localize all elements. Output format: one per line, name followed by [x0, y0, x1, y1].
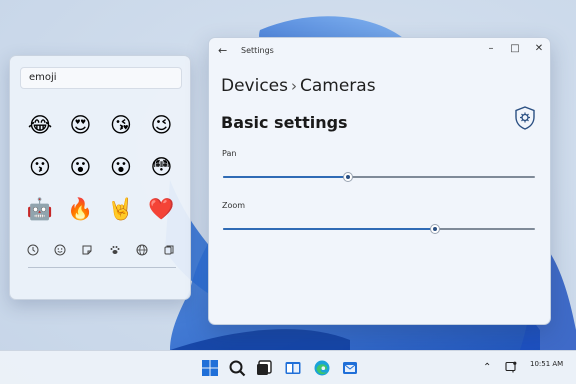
search-icon[interactable] [228, 359, 246, 377]
slider-thumb[interactable] [430, 224, 441, 234]
file-explorer-icon[interactable] [284, 359, 302, 377]
emoji-grid: 😂 😍 😘 😉 😗 😮 😮 😳 🤖 🔥 🤘 ❤️ [20, 110, 182, 224]
slider-fill [223, 228, 436, 230]
slider-fill [223, 176, 348, 178]
emoji-button[interactable]: 😗 [20, 152, 60, 182]
taskbar: ⌃ 10:51 AM [0, 350, 576, 384]
window-title: Settings [241, 46, 274, 55]
emoji-button[interactable]: 🤘 [101, 194, 141, 224]
zoom-label: Zoom [222, 201, 246, 210]
emoji-button[interactable]: 🔥 [61, 194, 101, 224]
globe-icon[interactable] [133, 241, 151, 259]
divider [28, 267, 176, 268]
emoji-button[interactable]: 😮 [101, 152, 141, 182]
sticker-icon[interactable] [78, 241, 96, 259]
emoji-button[interactable]: 😳 [142, 152, 182, 182]
clock-time: 10:51 AM [530, 360, 564, 368]
back-arrow-icon[interactable]: ← [218, 44, 227, 57]
pan-slider[interactable] [223, 171, 535, 183]
emoji-button[interactable]: 😍 [61, 110, 101, 140]
task-view-icon[interactable] [255, 359, 273, 377]
emoji-button[interactable]: 😘 [101, 110, 141, 140]
paw-icon[interactable] [106, 241, 124, 259]
pan-label: Pan [222, 149, 237, 158]
emoji-panel: emoji 😂 😍 😘 😉 😗 😮 😮 😳 🤖 🔥 🤘 ❤️ [9, 55, 191, 300]
notification-icon[interactable] [505, 361, 517, 376]
smiley-icon[interactable] [51, 241, 69, 259]
camera-settings-shield-icon [514, 106, 536, 134]
mail-icon[interactable] [341, 359, 359, 377]
emoji-button[interactable]: 🤖 [20, 194, 60, 224]
emoji-button[interactable]: 😉 [142, 110, 182, 140]
start-icon[interactable] [201, 359, 219, 377]
chevron-up-icon[interactable]: ⌃ [483, 362, 491, 373]
minimize-icon[interactable]: – [484, 43, 498, 54]
edge-icon[interactable] [313, 359, 331, 377]
emoji-button[interactable]: 😂 [20, 110, 60, 140]
clipboard-icon[interactable] [160, 241, 178, 259]
title-bar[interactable]: ← Settings – □ ✕ [209, 38, 550, 62]
settings-window: ← Settings – □ ✕ Devices › Cameras Basic s… [208, 37, 551, 325]
emoji-search-input[interactable]: emoji [20, 67, 182, 89]
maximize-icon[interactable]: □ [508, 43, 522, 54]
recent-icon[interactable] [24, 241, 42, 259]
emoji-button[interactable]: 😮 [61, 152, 101, 182]
breadcrumb-devices[interactable]: Devices [221, 76, 288, 96]
emoji-button[interactable]: ❤️ [142, 194, 182, 224]
emoji-category-bar [24, 241, 178, 259]
close-icon[interactable]: ✕ [532, 43, 546, 54]
breadcrumb-separator: › [291, 77, 297, 95]
slider-thumb[interactable] [342, 172, 353, 182]
zoom-slider[interactable] [223, 223, 535, 235]
clock[interactable]: 10:51 AM [530, 359, 563, 369]
breadcrumb: Devices › Cameras [221, 76, 376, 96]
breadcrumb-cameras: Cameras [300, 76, 376, 96]
section-title: Basic settings [221, 113, 348, 132]
